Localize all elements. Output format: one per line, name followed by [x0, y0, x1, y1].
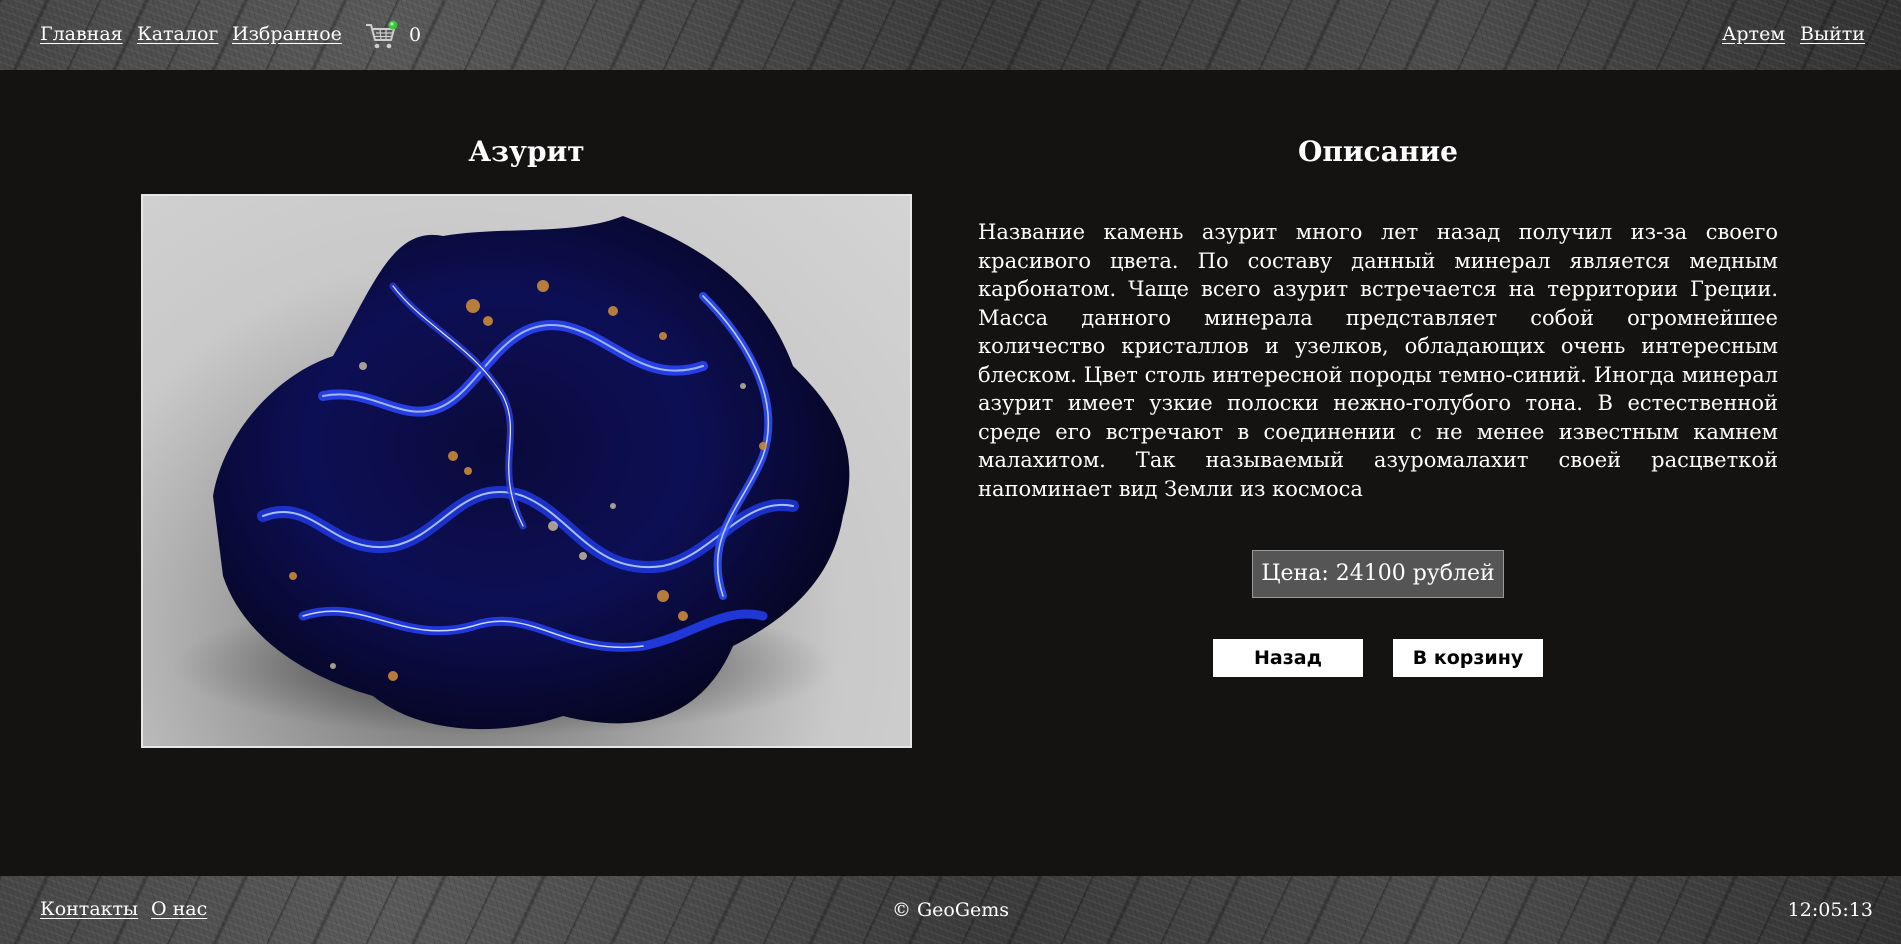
clock-text: 12:05:13 — [1787, 899, 1873, 921]
back-button[interactable]: Назад — [1213, 639, 1363, 677]
nav-home-link[interactable]: Главная — [40, 23, 123, 45]
nav-favorites-link[interactable]: Избранное — [232, 23, 342, 45]
cart-count: 0 — [409, 24, 422, 46]
nav-catalog-link[interactable]: Каталог — [137, 23, 218, 45]
add-to-cart-button[interactable]: В корзину — [1393, 639, 1543, 677]
description-text: Название камень азурит много лет назад п… — [978, 220, 1778, 501]
copyright-text: © GeoGems — [891, 899, 1010, 921]
price-label: Цена: 24100 рублей — [1252, 550, 1504, 598]
user-profile-link[interactable]: Артем — [1722, 23, 1785, 45]
product-title: Азурит — [468, 135, 585, 168]
product-image — [141, 194, 912, 748]
top-bar: Главная Каталог Избранное 0 Артем Выйти — [0, 0, 1901, 70]
logout-link[interactable]: Выйти — [1800, 23, 1865, 45]
description-title: Описание — [1298, 135, 1458, 168]
cart-icon[interactable] — [364, 20, 398, 52]
